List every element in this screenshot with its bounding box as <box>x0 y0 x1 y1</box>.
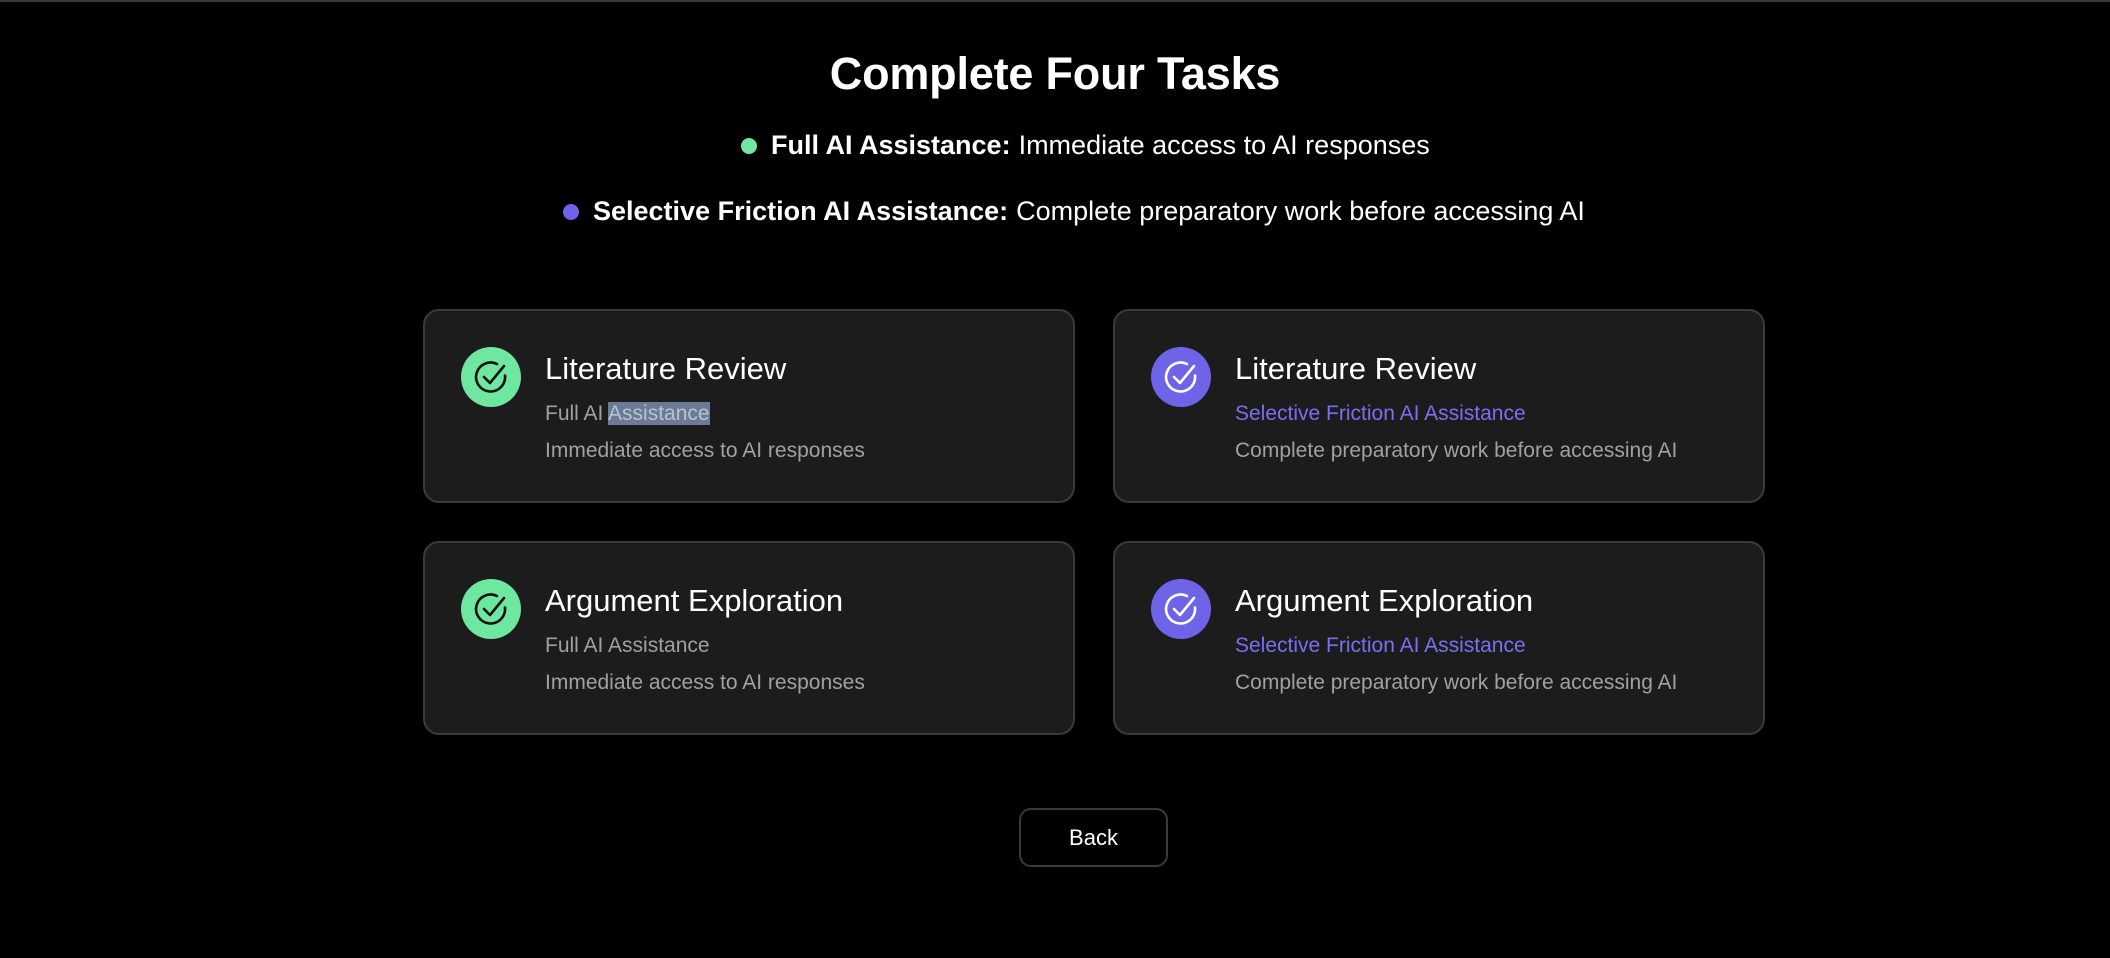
task-description: Complete preparatory work before accessi… <box>1235 671 1678 694</box>
check-circle-icon <box>1151 579 1211 639</box>
back-button[interactable]: Back <box>1019 808 1168 867</box>
task-description: Immediate access to AI responses <box>545 439 865 462</box>
task-card-argument-exploration-friction[interactable]: Argument Exploration Selective Friction … <box>1113 541 1765 735</box>
task-card-literature-review-full[interactable]: Literature Review Full AI Assistance Imm… <box>423 309 1075 503</box>
legend-description: Complete preparatory work before accessi… <box>1016 196 1585 226</box>
page-title: Complete Four Tasks <box>829 48 1281 99</box>
task-title: Literature Review <box>545 351 787 386</box>
task-mode: Full AI Assistance <box>545 634 710 657</box>
window-top-border <box>0 0 2110 2</box>
task-description: Immediate access to AI responses <box>545 671 865 694</box>
legend-label: Full AI Assistance: <box>771 130 1011 160</box>
legend-full-ai: Full AI Assistance: Immediate access to … <box>741 130 1430 161</box>
legend-selective-friction: Selective Friction AI Assistance: Comple… <box>563 196 1585 227</box>
check-circle-icon <box>461 347 521 407</box>
legend-label: Selective Friction AI Assistance: <box>593 196 1009 226</box>
purple-dot-icon <box>563 203 579 220</box>
task-card-literature-review-friction[interactable]: Literature Review Selective Friction AI … <box>1113 309 1765 503</box>
task-mode: Selective Friction AI Assistance <box>1235 402 1526 425</box>
green-dot-icon <box>741 137 757 154</box>
check-circle-icon <box>1151 347 1211 407</box>
task-description: Complete preparatory work before accessi… <box>1235 439 1678 462</box>
legend-description: Immediate access to AI responses <box>1018 130 1430 160</box>
selected-text: Assistance <box>608 402 710 425</box>
task-card-argument-exploration-full[interactable]: Argument Exploration Full AI Assistance … <box>423 541 1075 735</box>
task-mode: Full AI Assistance <box>545 402 710 425</box>
task-title: Literature Review <box>1235 351 1477 386</box>
task-title: Argument Exploration <box>545 583 844 618</box>
check-circle-icon <box>461 579 521 639</box>
task-title: Argument Exploration <box>1235 583 1534 618</box>
task-mode: Selective Friction AI Assistance <box>1235 634 1526 657</box>
